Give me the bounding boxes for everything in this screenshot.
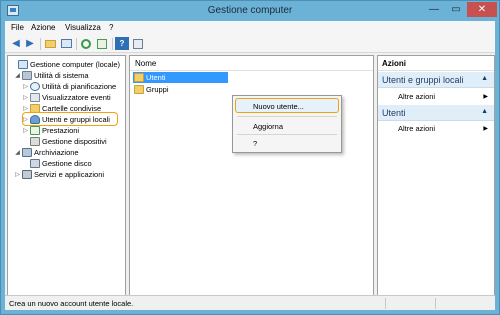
tree-item-storage[interactable]: ◢ Archiviazione [14, 147, 79, 158]
tree-item-label: Prestazioni [42, 126, 80, 135]
client-area: File Azione Visualizza ? ◀ ▶ ? Gestione … [5, 21, 495, 310]
tree-item-label: Archiviazione [34, 148, 79, 157]
tree-item-computer-management[interactable]: Gestione computer (locale) [10, 59, 120, 70]
tools-icon [22, 71, 32, 80]
actions-header: Azioni [378, 56, 494, 71]
submenu-arrow-icon[interactable]: ▶ [483, 93, 488, 100]
folder-icon [134, 85, 144, 94]
tree-item-label: Gestione disco [42, 159, 92, 168]
device-icon [30, 137, 40, 146]
collapse-arrow-icon[interactable]: ◢ [14, 72, 21, 79]
console-tree: Gestione computer (locale) ◢ Utilità di … [7, 55, 126, 305]
menu-item-refresh[interactable]: Aggiorna [253, 122, 283, 131]
toolbar-separator [112, 38, 113, 50]
menu-azione[interactable]: Azione [31, 23, 55, 32]
section-title: Utenti [382, 108, 406, 118]
menu-file[interactable]: File [11, 23, 24, 32]
tree-item-local-users-groups[interactable]: ▷ Utenti e gruppi locali [22, 114, 110, 125]
disk-icon [30, 159, 40, 168]
storage-icon [22, 148, 32, 157]
list-item-label: Utenti [146, 73, 166, 82]
export-list-icon[interactable] [95, 37, 109, 50]
tree-item-label: Gestione dispositivi [42, 137, 107, 146]
column-header-name[interactable]: Nome [130, 56, 373, 71]
actions-section-local-users[interactable]: Utenti e gruppi locali ▲ [378, 72, 494, 88]
status-divider [435, 298, 436, 309]
collapse-arrow-icon[interactable]: ◢ [14, 149, 21, 156]
expand-arrow-icon[interactable]: ▷ [22, 116, 29, 123]
users-icon [30, 115, 40, 124]
tree-item-event-viewer[interactable]: ▷ Visualizzatore eventi [22, 92, 111, 103]
menu-visualizza[interactable]: Visualizza [65, 23, 101, 32]
close-button[interactable]: ✕ [467, 2, 497, 17]
tree-item-label: Utenti e gruppi locali [42, 115, 110, 124]
tree-item-label: Utilità di sistema [34, 71, 89, 80]
expand-arrow-icon[interactable]: ▷ [22, 105, 29, 112]
menu-item-new-user[interactable]: Nuovo utente... [253, 102, 304, 111]
menu-separator [237, 116, 337, 117]
show-tree-icon[interactable] [59, 37, 73, 50]
toolbar: ◀ ▶ ? [5, 35, 495, 53]
submenu-arrow-icon[interactable]: ▶ [483, 125, 488, 132]
actions-section-users[interactable]: Utenti ▲ [378, 105, 494, 121]
tree-item-label: Gestione computer (locale) [30, 60, 121, 69]
context-menu: Nuovo utente... Aggiorna ? [232, 95, 342, 153]
collapse-caret-icon[interactable]: ▲ [481, 108, 488, 115]
up-folder-icon[interactable] [43, 37, 57, 50]
list-item-utenti[interactable]: Utenti [133, 72, 228, 83]
tree-item-system-tools[interactable]: ◢ Utilità di sistema [14, 70, 89, 81]
performance-icon [30, 126, 40, 135]
tree-item-disk-management[interactable]: Gestione disco [22, 158, 92, 169]
clock-icon [30, 82, 40, 91]
tree-item-device-manager[interactable]: Gestione dispositivi [22, 136, 107, 147]
refresh-icon[interactable] [79, 37, 93, 50]
properties-icon[interactable] [131, 37, 145, 50]
tree-item-services-apps[interactable]: ▷ Servizi e applicazioni [14, 169, 104, 180]
expand-arrow-icon[interactable]: ▷ [14, 171, 21, 178]
collapse-caret-icon[interactable]: ▲ [481, 75, 488, 82]
tree-item-label: Utilità di pianificazione [42, 82, 117, 91]
section-title: Utenti e gruppi locali [382, 75, 464, 85]
menu-help[interactable]: ? [109, 23, 113, 32]
tree-item-performance[interactable]: ▷ Prestazioni [22, 125, 79, 136]
computer-icon [18, 60, 28, 69]
result-list: Nome Utenti Gruppi [129, 55, 374, 305]
expand-arrow-icon[interactable]: ▷ [22, 127, 29, 134]
tree-item-task-scheduler[interactable]: ▷ Utilità di pianificazione [22, 81, 116, 92]
back-arrow-icon[interactable]: ◀ [9, 37, 23, 50]
menu-bar: File Azione Visualizza ? [5, 21, 495, 35]
forward-arrow-icon[interactable]: ▶ [23, 37, 37, 50]
tree-item-label: Visualizzatore eventi [42, 93, 111, 102]
expand-arrow-icon[interactable]: ▷ [22, 94, 29, 101]
status-divider [385, 298, 386, 309]
maximize-button[interactable]: ▭ [445, 2, 467, 17]
action-more-actions[interactable]: Altre azioni [398, 124, 435, 133]
status-bar: Crea un nuovo account utente locale. [5, 295, 495, 310]
app-window: Gestione computer — ▭ ✕ File Azione Visu… [0, 0, 500, 315]
events-icon [30, 93, 40, 102]
help-icon[interactable]: ? [115, 37, 129, 50]
expand-arrow-icon[interactable]: ▷ [22, 83, 29, 90]
minimize-button[interactable]: — [423, 2, 445, 17]
list-item-label: Gruppi [146, 85, 169, 94]
toolbar-separator [40, 38, 41, 50]
toolbar-separator [76, 38, 77, 50]
menu-separator [237, 134, 337, 135]
services-icon [22, 170, 32, 179]
tree-item-label: Servizi e applicazioni [34, 170, 105, 179]
actions-pane: Azioni Utenti e gruppi locali ▲ Altre az… [377, 55, 495, 305]
menu-item-help[interactable]: ? [253, 139, 257, 148]
status-text: Crea un nuovo account utente locale. [9, 299, 134, 308]
list-item-gruppi[interactable]: Gruppi [133, 84, 169, 95]
folder-icon [134, 73, 144, 82]
title-bar[interactable]: Gestione computer — ▭ ✕ [1, 1, 499, 21]
action-more-actions[interactable]: Altre azioni [398, 92, 435, 101]
